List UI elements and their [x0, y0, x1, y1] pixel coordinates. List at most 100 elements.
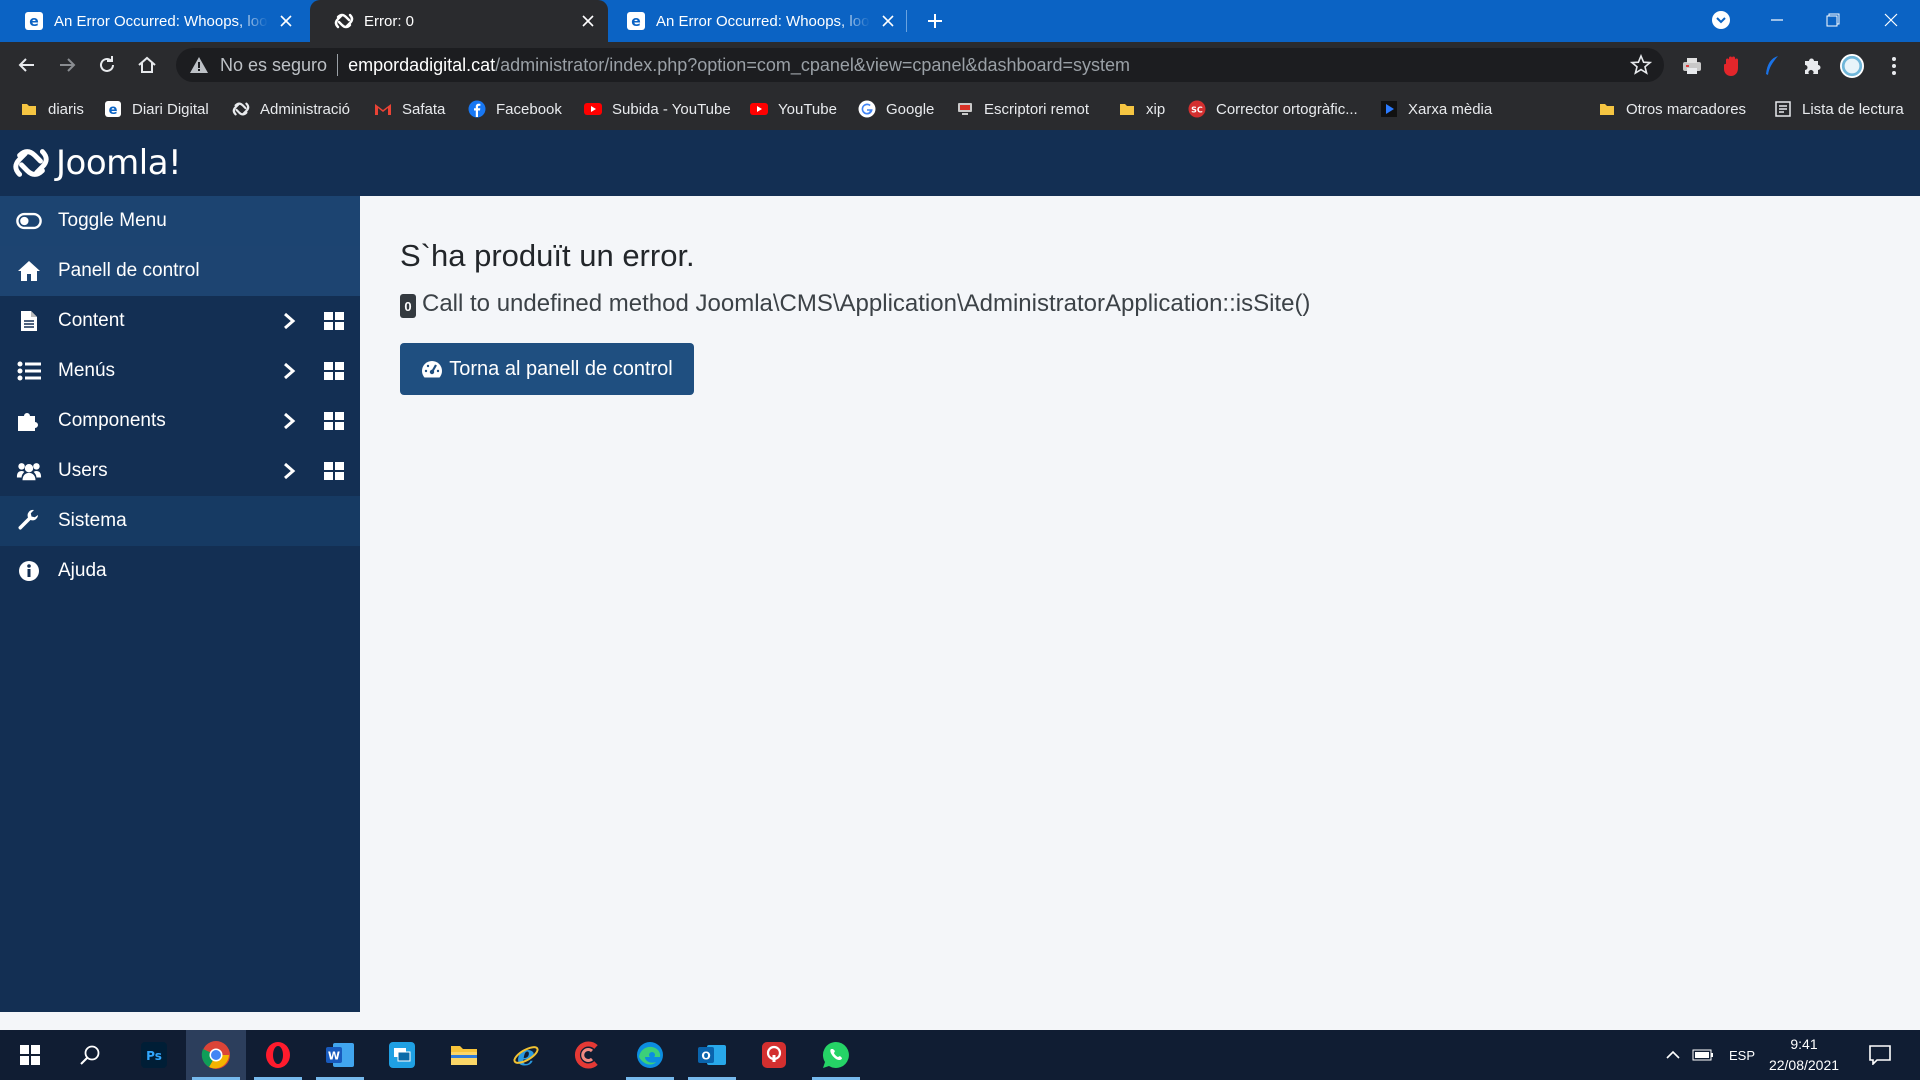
- battery-icon: [1692, 1049, 1713, 1061]
- sidebar-item-panell-de-control[interactable]: Panell de control: [0, 246, 360, 296]
- puzzle-icon: [16, 409, 42, 433]
- taskbar-file-explorer[interactable]: [434, 1030, 494, 1080]
- google-icon: [858, 100, 876, 118]
- error-message: Call to undefined method Joomla\CMS\Appl…: [422, 290, 1311, 317]
- adblock-extension-button[interactable]: [1720, 54, 1744, 78]
- dashboard-grid-icon[interactable]: [324, 412, 344, 430]
- reload-icon: [100, 56, 114, 72]
- bookmark-xarxa-media[interactable]: Xarxa mèdia: [1380, 97, 1492, 121]
- bookmark-diaris[interactable]: diaris: [20, 97, 84, 121]
- tray-overflow-button[interactable]: [1660, 1050, 1686, 1060]
- taskbar-photoshop[interactable]: Ps: [124, 1030, 184, 1080]
- bookmark-subida-youtube[interactable]: Subida - YouTube: [584, 97, 731, 121]
- close-tab-icon[interactable]: [578, 11, 598, 31]
- taskbar-word[interactable]: W: [310, 1030, 370, 1080]
- sidebar-item-sistema[interactable]: Sistema: [0, 496, 360, 546]
- address-bar[interactable]: No es seguro empordadigital.cat /adminis…: [176, 48, 1664, 82]
- tab-separator: [906, 10, 907, 32]
- bookmark-administracio[interactable]: Administració: [232, 97, 350, 121]
- joomla-logo[interactable]: Joomla!: [12, 140, 232, 186]
- taskbar-ccleaner[interactable]: [558, 1030, 618, 1080]
- bookmark-safata[interactable]: Safata: [374, 97, 445, 121]
- taskbar-edge[interactable]: [620, 1030, 680, 1080]
- site-favicon-icon: e: [627, 12, 645, 30]
- close-tab-icon[interactable]: [276, 11, 296, 31]
- bookmark-facebook[interactable]: Facebook: [468, 97, 562, 121]
- folder-icon: [1600, 104, 1614, 115]
- action-center-button[interactable]: [1850, 1030, 1910, 1080]
- battery-status[interactable]: [1686, 1049, 1720, 1061]
- sidebar-item-toggle-menu[interactable]: Toggle Menu: [0, 196, 360, 246]
- taskbar-outlook[interactable]: O: [682, 1030, 742, 1080]
- chevron-right-icon[interactable]: [280, 361, 298, 381]
- notification-icon: [1869, 1045, 1891, 1065]
- bookmark-youtube[interactable]: YouTube: [750, 97, 837, 121]
- sidebar-item-ajuda[interactable]: Ajuda: [0, 546, 360, 596]
- search-button[interactable]: [60, 1030, 120, 1080]
- minimize-button[interactable]: [1754, 0, 1800, 40]
- forward-button[interactable]: [53, 51, 81, 79]
- chevron-right-icon[interactable]: [280, 411, 298, 431]
- reload-button[interactable]: [93, 51, 121, 79]
- sidebar-item-menus[interactable]: Menús: [0, 346, 360, 396]
- windows-taskbar: Ps W e O ESP 9:41 22/08/2021: [0, 1030, 1920, 1080]
- error-code-badge: 0: [400, 294, 416, 318]
- close-tab-icon[interactable]: [878, 11, 898, 31]
- dashboard-grid-icon[interactable]: [324, 462, 344, 480]
- bookmark-star-icon[interactable]: [1630, 54, 1652, 76]
- dashboard-grid-icon[interactable]: [324, 312, 344, 330]
- opera-icon: [266, 1042, 290, 1068]
- chevron-down-circle-icon: [1712, 11, 1730, 29]
- reading-list-button[interactable]: Lista de lectura: [1774, 97, 1904, 121]
- taskbar-chrome[interactable]: [186, 1030, 246, 1080]
- chevron-right-icon[interactable]: [280, 461, 298, 481]
- browser-tab-2[interactable]: Error: 0: [310, 0, 608, 42]
- bookmark-diari-digital[interactable]: e Diari Digital: [104, 97, 209, 121]
- sidebar-item-users[interactable]: Users: [0, 446, 360, 496]
- taskbar-internet-explorer[interactable]: e: [496, 1030, 556, 1080]
- minimize-icon: [1771, 19, 1783, 21]
- chevron-right-icon[interactable]: [280, 311, 298, 331]
- reading-list-label: Lista de lectura: [1802, 100, 1904, 118]
- extensions-button[interactable]: [1800, 54, 1824, 78]
- taskbar-whatsapp[interactable]: [806, 1030, 866, 1080]
- tab-search-button[interactable]: [1698, 0, 1744, 40]
- new-tab-button[interactable]: [922, 8, 948, 34]
- back-button[interactable]: [13, 51, 41, 79]
- joomla-logo-text: Joomla!: [56, 143, 182, 183]
- profile-avatar[interactable]: [1840, 54, 1864, 78]
- taskbar-security-app[interactable]: [744, 1030, 804, 1080]
- printer-icon: [1683, 58, 1701, 74]
- feather-icon: [1766, 56, 1778, 75]
- pen-extension-button[interactable]: [1760, 54, 1784, 78]
- browser-menu-button[interactable]: [1882, 54, 1906, 78]
- cast-extension-button[interactable]: [1680, 54, 1704, 78]
- sidebar-item-label: Menús: [58, 360, 116, 381]
- close-window-button[interactable]: [1868, 0, 1914, 40]
- joomla-icon: [232, 102, 250, 116]
- taskbar-clock[interactable]: 9:41 22/08/2021: [1752, 1034, 1856, 1076]
- hand-stop-icon: [1724, 56, 1738, 76]
- return-to-control-panel-button[interactable]: Torna al panell de control: [400, 343, 694, 395]
- browser-tab-3[interactable]: e An Error Occurred: Whoops, looks like …: [602, 0, 908, 42]
- security-status[interactable]: No es seguro: [220, 55, 327, 76]
- bookmark-xip[interactable]: xip: [1118, 97, 1165, 121]
- bookmark-corrector[interactable]: SC Corrector ortogràfic...: [1188, 97, 1358, 121]
- home-button[interactable]: [133, 51, 161, 79]
- taskbar-opera[interactable]: [248, 1030, 308, 1080]
- taskbar-remote-app[interactable]: [372, 1030, 432, 1080]
- other-bookmarks-folder[interactable]: Otros marcadores: [1598, 97, 1746, 121]
- sidebar-item-components[interactable]: Components: [0, 396, 360, 446]
- bookmark-escriptori-remot[interactable]: Escriptori remot: [956, 97, 1089, 121]
- restore-button[interactable]: [1810, 0, 1856, 40]
- svg-text:W: W: [328, 1050, 340, 1063]
- browser-tab-1[interactable]: e An Error Occurred: Whoops, looks like …: [0, 0, 306, 42]
- bookmark-google[interactable]: Google: [858, 97, 934, 121]
- sidebar-item-label: Ajuda: [58, 560, 107, 581]
- remote-desktop-icon: [389, 1042, 415, 1068]
- dashboard-grid-icon[interactable]: [324, 362, 344, 380]
- folder-icon: [451, 1046, 477, 1065]
- chevron-up-icon: [1666, 1050, 1680, 1059]
- start-button[interactable]: [0, 1030, 60, 1080]
- sidebar-item-content[interactable]: Content: [0, 296, 360, 346]
